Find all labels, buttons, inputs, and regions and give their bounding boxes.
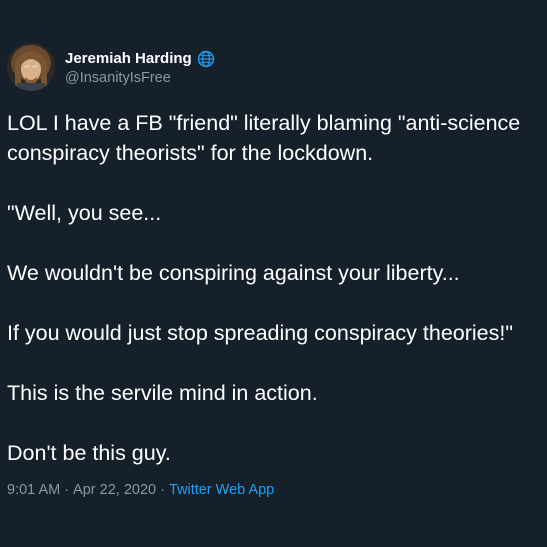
name-row: Jeremiah Harding [65,49,215,69]
tweet-time[interactable]: 9:01 AM [7,482,60,498]
meta-separator: · [64,482,70,498]
paragraph: LOL I have a FB "friend" literally blami… [7,108,547,168]
text-line: "Well, you see... [7,201,162,225]
text-line: We wouldn't be conspiring against your l… [7,261,460,285]
meta-separator: · [160,482,165,498]
tweet-meta: 9:01 AM · Apr 22, 2020 · Twitter Web App [7,482,274,498]
tweet-source-link[interactable]: Twitter Web App [169,482,274,498]
tweet-text: LOL I have a FB "friend" literally blami… [7,108,547,468]
text-line: LOL I have a FB "friend" literally blami… [7,111,521,135]
globe-icon [197,50,215,68]
tweet-date[interactable]: Apr 22, 2020 [73,482,156,498]
paragraph: We wouldn't be conspiring against your l… [7,258,547,288]
tweet-header: Jeremiah Harding @InsanityIsFree [7,42,215,92]
paragraph: If you would just stop spreading conspir… [7,318,547,348]
author-names: Jeremiah Harding @InsanityIsFree [65,49,215,86]
paragraph: This is the servile mind in action. [7,378,547,408]
tweet-card: Jeremiah Harding @InsanityIsFree LOL I h… [0,0,547,547]
avatar[interactable] [7,43,55,91]
avatar-photo [7,43,55,91]
text-line: conspiracy theorists" for the lockdown. [7,141,374,165]
paragraph: "Well, you see... [7,198,547,228]
display-name[interactable]: Jeremiah Harding [65,50,192,67]
text-line: This is the servile mind in action. [7,381,318,405]
text-line: Don't be this guy. [7,441,171,465]
paragraph: Don't be this guy. [7,438,547,468]
handle[interactable]: @InsanityIsFree [65,70,215,86]
text-line: If you would just stop spreading conspir… [7,321,513,345]
